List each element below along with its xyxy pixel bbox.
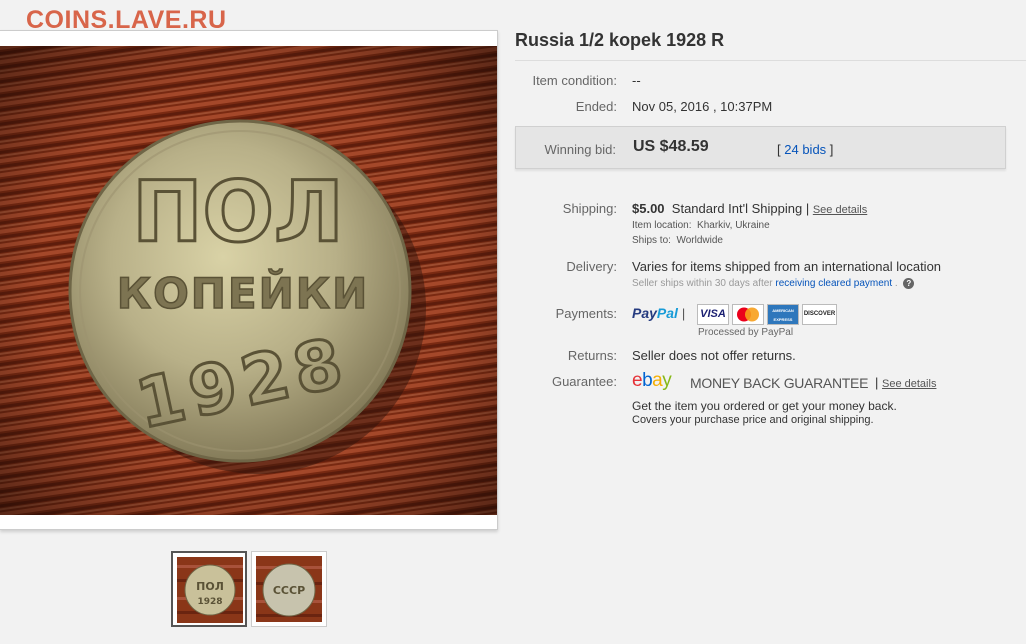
thumbnail-reverse[interactable]: СССР [251, 551, 327, 627]
bid-count: [ 24 bids ] [777, 142, 833, 157]
guarantee-line-2: Covers your purchase price and original … [632, 414, 874, 426]
main-coin-image[interactable]: ПОЛ КОПЕЙКИ 1928 [0, 46, 497, 515]
shipping-label: Shipping: [562, 201, 617, 216]
item-location-value: Kharkiv, Ukraine [697, 220, 770, 231]
ships-to-label: Ships to: [632, 235, 671, 246]
delivery-note: Seller ships within 30 days after receiv… [632, 278, 915, 290]
delivery-label: Delivery: [566, 259, 617, 274]
condition-label: Item condition: [532, 73, 617, 88]
paypal-logo: PayPal | [632, 305, 685, 321]
bid-count-open: [ [777, 142, 781, 157]
thumbnail-coin-text: ПОЛ [196, 580, 224, 593]
payments-label: Payments: [555, 306, 617, 321]
winning-bid-price: US $48.59 [633, 138, 709, 155]
coin-text-top: ПОЛ [132, 163, 343, 261]
ships-to: Ships to: Worldwide [632, 235, 723, 246]
processed-by-paypal: Processed by PayPal [698, 327, 794, 338]
amex-icon: AMERICAN EXPRESS [767, 304, 799, 325]
delivery-text: Varies for items shipped from an interna… [632, 259, 942, 274]
thumbnail-reverse-image: СССР [256, 556, 322, 622]
item-details-panel: Russia 1/2 kopek 1928 R Item condition: … [515, 22, 1026, 644]
bid-history-link[interactable]: 24 bids [784, 142, 826, 157]
guarantee-see-details: | See details [875, 375, 936, 390]
thumbnail-obverse-image: ПОЛ 1928 [177, 557, 243, 623]
ebay-logo-a: a [652, 370, 663, 391]
shipping-see-details-link[interactable]: See details [813, 204, 867, 216]
ebay-logo-y: y [662, 370, 672, 391]
returns-label: Returns: [567, 348, 617, 363]
main-image-frame: ПОЛ КОПЕЙКИ 1928 [0, 30, 498, 530]
paypal-logo-pal: Pal [656, 305, 678, 321]
guarantee-see-details-link[interactable]: See details [882, 378, 936, 390]
visa-icon: VISA [697, 304, 729, 325]
item-title: Russia 1/2 kopek 1928 R [515, 30, 725, 50]
coin-photo: ПОЛ КОПЕЙКИ 1928 [0, 46, 497, 515]
winning-bid-label: Winning bid: [544, 142, 616, 157]
help-icon[interactable]: ? [903, 278, 915, 289]
returns-value: Seller does not offer returns. [632, 348, 796, 363]
ebay-logo-e: e [632, 370, 643, 391]
paypal-logo-pay: Pay [632, 305, 657, 321]
cleared-payment-link[interactable]: receiving cleared payment [775, 278, 892, 289]
thumbnail-reverse-text: СССР [273, 584, 305, 597]
shipping-details: $5.00 Standard Int'l Shipping | See deta… [632, 201, 867, 216]
shipping-method: Standard Int'l Shipping [671, 201, 803, 216]
delivery-note-text: Seller ships within 30 days after [632, 278, 773, 290]
item-location-label: Item location: [632, 220, 692, 231]
ebay-logo-b: b [642, 370, 653, 391]
guarantee-label: Guarantee: [551, 374, 617, 389]
mastercard-icon [732, 304, 764, 325]
ended-value: Nov 05, 2016 , 10:37PM [632, 99, 773, 114]
thumbnail-coin-year: 1928 [197, 597, 222, 607]
shipping-sep: | [805, 201, 810, 216]
delivery-note-end: . [894, 278, 898, 290]
money-back-guarantee: MONEY BACK GUARANTEE [690, 375, 869, 391]
bid-count-close: ] [829, 142, 834, 157]
shipping-cost: $5.00 [632, 201, 665, 216]
mastercard-logo [737, 307, 759, 322]
guarantee-line-1: Get the item you ordered or get your mon… [632, 399, 897, 413]
thumbnail-obverse[interactable]: ПОЛ 1928 [171, 551, 247, 627]
item-location: Item location: Kharkiv, Ukraine [632, 220, 770, 231]
payments-sep: | [681, 306, 686, 321]
winning-bid-box: Winning bid: US $48.59 [ 24 bids ] [515, 126, 1006, 169]
ended-label: Ended: [575, 99, 617, 114]
ebay-logo: ebay [632, 370, 672, 392]
coin-text-middle: КОПЕЙКИ [117, 268, 370, 318]
condition-value: -- [632, 73, 641, 88]
ships-to-value: Worldwide [676, 235, 723, 246]
discover-icon: DISCOVER [802, 304, 837, 325]
title-divider [515, 60, 1026, 61]
guarantee-sep: | [875, 375, 879, 390]
